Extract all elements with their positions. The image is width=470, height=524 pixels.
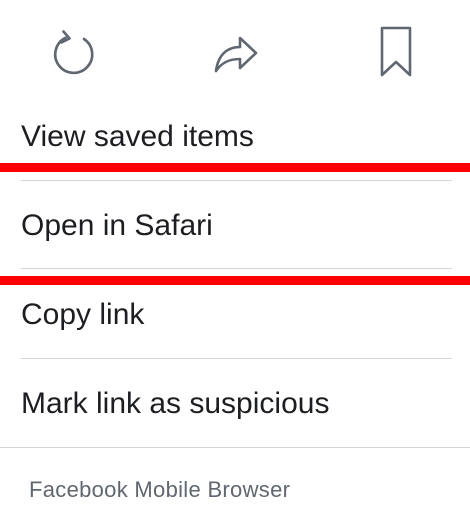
action-bar [0,0,470,100]
refresh-icon [53,30,94,75]
refresh-button[interactable] [46,22,106,82]
divider [21,268,452,269]
menu-item-label: Mark link as suspicious [21,387,330,420]
share-button[interactable] [206,22,266,82]
menu-item-label: Open in Safari [21,209,213,242]
bookmark-button[interactable] [366,22,426,82]
footer-divider [0,447,470,448]
menu-item-mark-link-as-suspicious[interactable]: Mark link as suspicious [0,359,470,447]
bookmark-icon [380,26,412,77]
menu-item-label: Copy link [21,298,145,331]
highlight-line [0,163,470,172]
menu-item-label: View saved items [21,120,254,153]
menu-item-open-in-safari[interactable]: Open in Safari [0,181,470,269]
share-icon [214,36,258,73]
menu-item-copy-link[interactable]: Copy link [0,270,470,358]
footer-text: Facebook Mobile Browser [29,477,291,502]
